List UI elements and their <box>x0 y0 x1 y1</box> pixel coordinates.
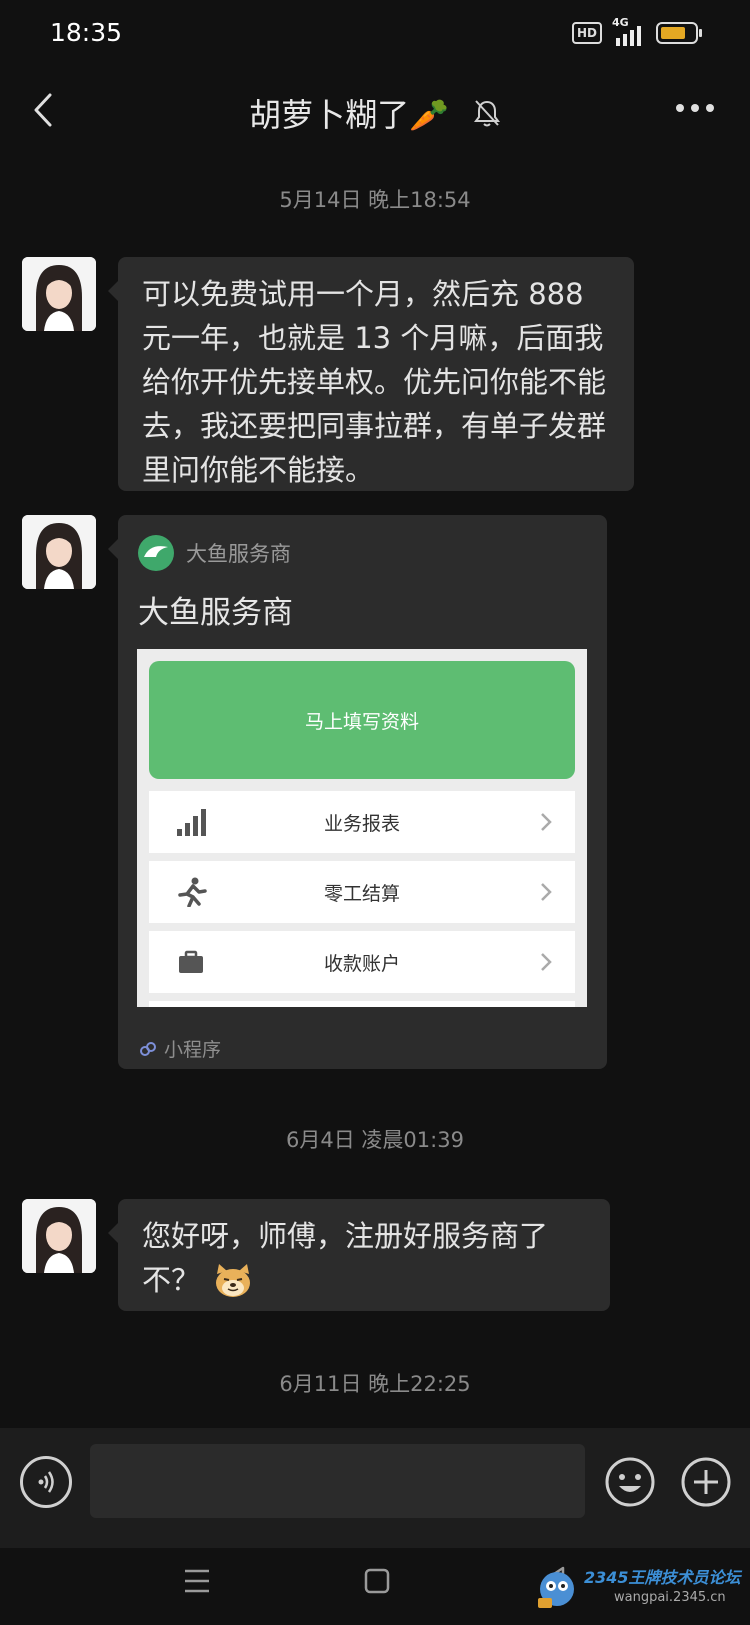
chat-title: 胡萝卜糊了🥕 <box>249 96 449 134</box>
message-text: 您好呀，师傅，注册好服务商了不？ <box>142 1219 549 1297</box>
mini-program-title: 大鱼服务商 <box>138 595 293 631</box>
message-text: 可以免费试用一个月，然后充 888 元一年，也就是 13 个月嘛，后面我给你开优… <box>142 277 607 487</box>
emoji-smile-icon[interactable] <box>604 1456 656 1508</box>
chevron-right-icon <box>541 813 552 831</box>
chevron-right-icon <box>541 953 552 971</box>
bell-mute-icon <box>473 100 500 127</box>
battery-level <box>661 27 685 39</box>
avatar[interactable] <box>22 1199 96 1273</box>
timestamp: 5月14日 晚上18:54 <box>279 188 471 212</box>
chat-header: 胡萝卜糊了🥕 <box>0 80 750 140</box>
avatar-portrait-icon <box>22 1199 96 1273</box>
mini-program-card[interactable]: 大鱼服务商 大鱼服务商 马上填写资料 业务报表 零工结算 收款账户 小程序 <box>108 515 607 1069</box>
watermark-url: wangpai.2345.cn <box>614 1590 726 1605</box>
avatar[interactable] <box>22 257 96 331</box>
row-label: 零工结算 <box>323 882 400 905</box>
preview-row-gig-settlement: 零工结算 <box>149 861 575 923</box>
input-bar <box>0 1428 750 1548</box>
battery-icon <box>656 22 702 44</box>
message-bubble[interactable]: 可以免费试用一个月，然后充 888 元一年，也就是 13 个月嘛，后面我给你开优… <box>108 257 634 491</box>
fill-info-button: 马上填写资料 <box>149 661 575 779</box>
timestamp: 6月4日 凌晨01:39 <box>286 1128 464 1152</box>
timestamp: 6月11日 晚上22:25 <box>279 1372 471 1396</box>
watermark-title: 2345王牌技术员论坛 <box>584 1568 741 1587</box>
home-icon[interactable] <box>364 1568 390 1594</box>
preview-row-business-report: 业务报表 <box>149 791 575 853</box>
voice-icon[interactable] <box>20 1456 72 1508</box>
forum-watermark: 2345王牌技术员论坛 wangpai.2345.cn <box>532 1556 741 1616</box>
preview-row-partial <box>149 1001 575 1007</box>
row-label: 收款账户 <box>323 952 400 975</box>
forum-mascot-icon <box>538 1572 574 1608</box>
menu-icon[interactable] <box>183 1568 211 1594</box>
hd-badge: HD <box>571 22 602 44</box>
avatar-portrait-icon <box>22 257 96 331</box>
chevron-right-icon <box>541 883 552 901</box>
avatar[interactable] <box>22 515 96 589</box>
message-bubble[interactable]: 您好呀，师傅，注册好服务商了不？ <box>108 1199 610 1311</box>
doge-emoji-icon <box>216 1264 251 1297</box>
preview-row-payment-account: 收款账户 <box>149 931 575 993</box>
mini-program-preview: 马上填写资料 业务报表 零工结算 收款账户 <box>137 649 587 1007</box>
avatar-portrait-icon <box>22 515 96 589</box>
mini-program-icon <box>140 1041 156 1056</box>
message-input[interactable] <box>90 1444 585 1518</box>
mini-program-source: 大鱼服务商 <box>186 542 291 566</box>
plus-icon[interactable] <box>680 1456 732 1508</box>
status-time: 18:35 <box>50 18 123 47</box>
row-label: 业务报表 <box>323 812 400 835</box>
mini-program-footer: 小程序 <box>138 1035 221 1062</box>
mini-program-label: 小程序 <box>164 1039 222 1061</box>
status-icons: HD 4G <box>571 16 702 46</box>
mini-program-header: 大鱼服务商 <box>138 535 291 571</box>
more-dots-icon[interactable] <box>675 102 715 114</box>
status-bar: 18:35 HD 4G <box>0 0 750 70</box>
dayu-logo-icon <box>138 535 174 571</box>
chat-title-wrap: 胡萝卜糊了🥕 <box>0 90 750 136</box>
signal-icon: 4G <box>612 16 646 46</box>
